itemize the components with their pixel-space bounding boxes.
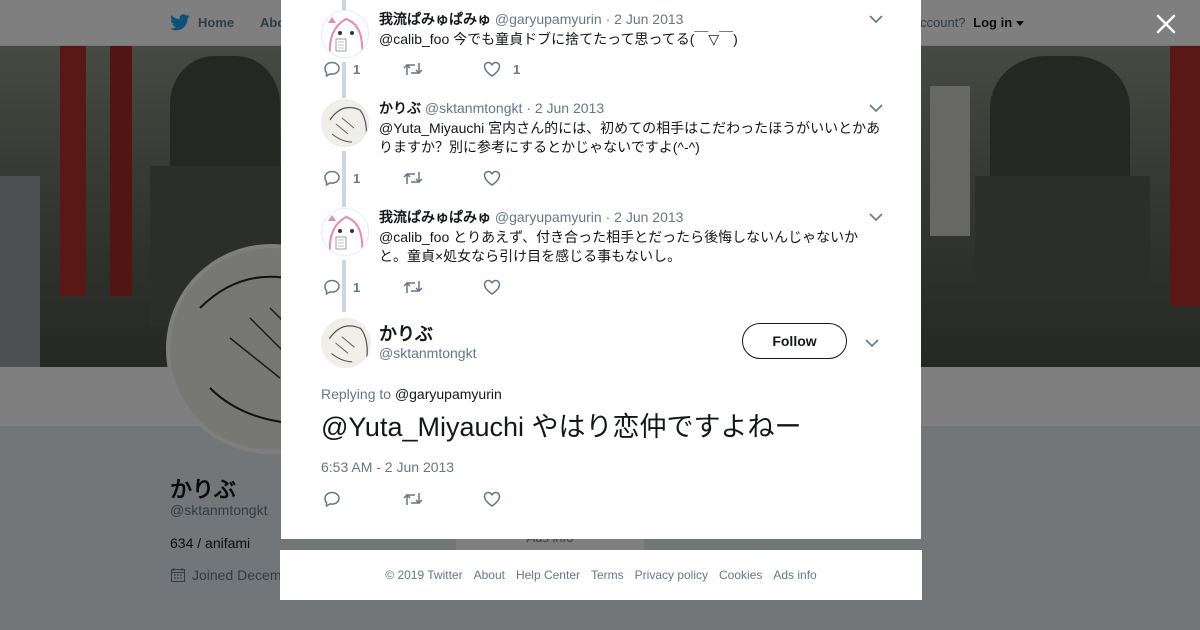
footer-link-cookies[interactable]: Cookies [719,568,762,582]
tweet-author-handle[interactable]: @garyupamyurin [495,209,602,225]
reply-button[interactable] [323,490,403,508]
tweet-avatar[interactable] [321,99,369,147]
tweet-date[interactable]: 2 Jun 2013 [614,11,683,27]
main-tweet-text: @Yuta_Miyauchi やはり恋仲ですよねー [321,412,802,442]
reply-icon [324,279,340,296]
reply-button[interactable]: 1 [323,60,403,78]
heart-icon [483,61,501,77]
reply-icon [324,61,340,78]
close-icon[interactable] [1154,12,1178,36]
reply-count: 1 [353,279,361,295]
chevron-down-icon[interactable] [869,14,883,24]
like-count: 1 [513,61,521,77]
tweet-actions: 1 [323,278,563,296]
anime-girl-avatar-icon [328,215,364,254]
reply-count: 1 [353,61,361,77]
reply-icon [324,170,340,187]
retweet-icon [403,172,423,184]
tweet-text: @Yuta_Miyauchi 宮内さん的には、初めての相手はこだわったほうがいい… [379,120,881,155]
replying-to-link[interactable]: @garyupamyurin [395,386,502,402]
footer-copyright: © 2019 Twitter [385,568,463,582]
sketch-avatar-icon [329,107,367,143]
like-button[interactable] [483,170,563,186]
follow-button[interactable]: Follow [742,323,847,359]
tweet-avatar[interactable] [321,208,369,256]
footer-link-privacy[interactable]: Privacy policy [635,568,708,582]
reply-button[interactable]: 1 [323,278,403,296]
tweet-text: @calib_foo とりあえず、付き合った相手とだったら後悔しないんじゃないか… [379,229,859,264]
retweet-button[interactable] [403,170,483,186]
anime-girl-avatar-icon [328,17,364,56]
chevron-down-icon[interactable] [869,212,883,222]
thread-line [342,0,346,10]
main-tweet-author-name[interactable]: かりぶ [379,320,433,346]
chevron-down-icon[interactable] [869,103,883,113]
retweet-button[interactable] [403,279,483,295]
heart-icon [483,279,501,295]
like-button[interactable]: 1 [483,61,563,77]
retweet-button[interactable] [403,61,483,77]
main-tweet-timestamp[interactable]: 6:53 AM - 2 Jun 2013 [321,459,454,475]
tweet-author-name[interactable]: 我流ぱみゅぱみゅ [379,11,491,27]
main-tweet-avatar[interactable] [321,318,371,368]
main-tweet-actions [323,490,563,508]
tweet-text: @calib_foo 今でも童貞ドブに捨てたって思ってる(￣▽￣) [379,31,738,47]
footer-link-terms[interactable]: Terms [591,568,624,582]
tweet-author-handle[interactable]: @garyupamyurin [495,11,602,27]
tweet-modal: 我流ぱみゅぱみゅ @garyupamyurin · 2 Jun 2013 @ca… [281,0,921,539]
retweet-icon [403,281,423,293]
tweet-date[interactable]: 2 Jun 2013 [614,209,683,225]
reply-button[interactable]: 1 [323,169,403,187]
footer-link-ads-info[interactable]: Ads info [773,568,816,582]
reply-icon [324,491,340,508]
tweet-author-handle[interactable]: @sktanmtongkt [425,100,522,116]
separator-dot: · [605,11,611,27]
retweet-icon [403,63,423,75]
replying-prefix: Replying to [321,386,392,402]
tweet-actions: 1 [323,169,563,187]
footer-link-about[interactable]: About [474,568,505,582]
heart-icon [483,491,501,507]
tweet-author-name[interactable]: かりぶ [379,100,421,116]
retweet-icon [403,493,423,505]
reply-count: 1 [353,170,361,186]
tweet-actions: 1 1 [323,60,563,78]
sketch-avatar-icon [328,325,368,363]
tweet-author-name[interactable]: 我流ぱみゅぱみゅ [379,209,491,225]
modal-footer: © 2019 Twitter About Help Center Terms P… [280,550,922,600]
tweet-date[interactable]: 2 Jun 2013 [535,100,604,116]
separator-dot: · [526,100,531,116]
retweet-button[interactable] [403,491,483,507]
separator-dot: · [605,209,611,225]
like-button[interactable] [483,491,563,507]
replying-to: Replying to @garyupamyurin [321,386,502,402]
chevron-down-icon[interactable] [865,338,879,348]
heart-icon [483,170,501,186]
main-tweet-author-handle[interactable]: @sktanmtongkt [379,345,476,361]
footer-link-help-center[interactable]: Help Center [516,568,580,582]
tweet-avatar[interactable] [321,10,369,58]
like-button[interactable] [483,279,563,295]
